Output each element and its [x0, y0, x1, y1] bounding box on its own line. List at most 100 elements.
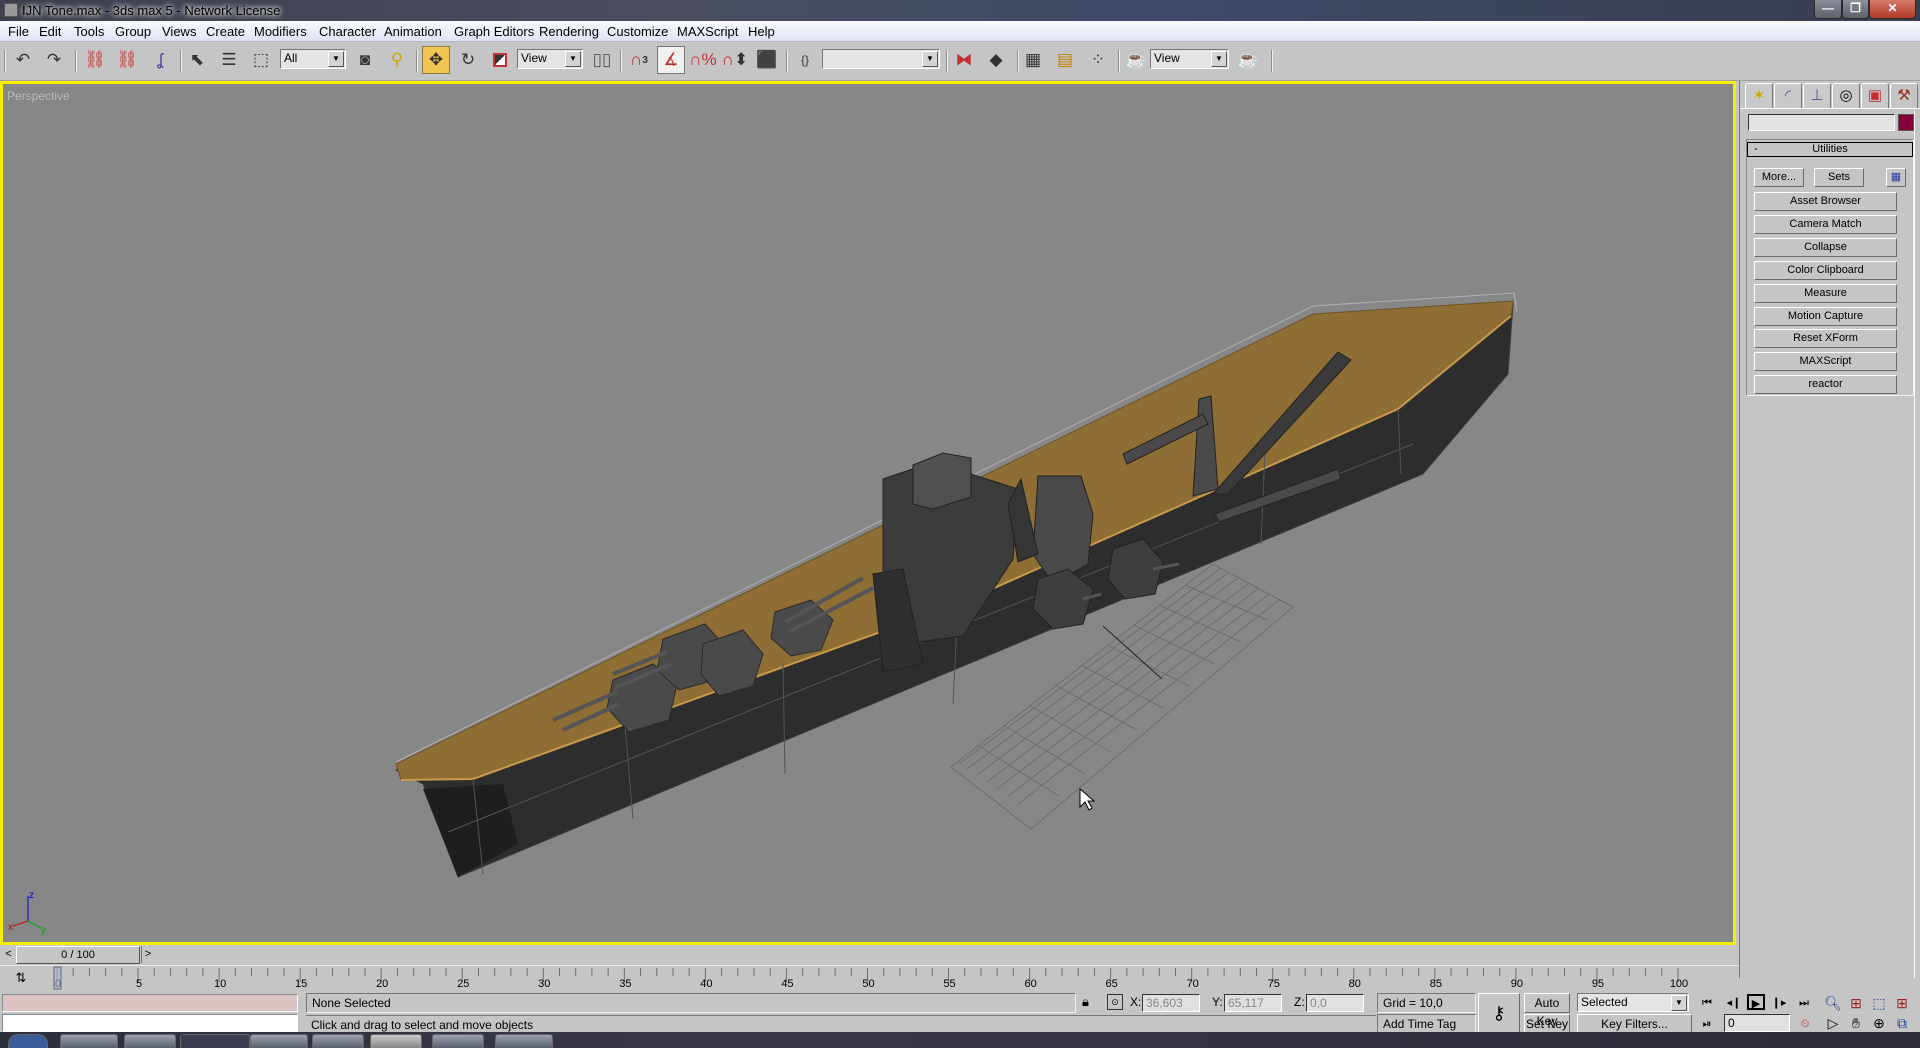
tab-create[interactable]: ✶ — [1745, 83, 1773, 108]
previous-frame-icon[interactable]: ◂❙ — [1725, 995, 1743, 1011]
reference-coordinate-dropdown[interactable]: View ▼ — [517, 49, 583, 69]
go-to-start-icon[interactable]: ⏮ — [1698, 995, 1716, 1011]
time-slider-thumb[interactable]: 0 / 100 — [16, 946, 140, 964]
start-button[interactable] — [8, 1034, 48, 1048]
window-crossing-icon[interactable]: ◙ — [352, 47, 378, 73]
taskbar-item[interactable] — [250, 1034, 308, 1048]
material-editor-icon[interactable]: ⁘ — [1085, 47, 1111, 73]
maxscript-input-mini[interactable] — [2, 1014, 298, 1032]
menu-customize[interactable]: Customize — [607, 24, 668, 39]
viewport-label[interactable]: Perspective — [7, 89, 70, 103]
angle-snap-toggle-icon[interactable]: ∡ — [657, 46, 685, 74]
perspective-viewport[interactable]: z x y Perspective — [0, 81, 1736, 945]
taskbar-item[interactable] — [124, 1034, 176, 1048]
zoom-extents-icon[interactable]: ⬚ — [1869, 994, 1889, 1012]
menu-views[interactable]: Views — [162, 24, 196, 39]
key-mode-toggle-icon[interactable]: ⏯ — [1698, 1016, 1716, 1032]
arc-rotate-icon[interactable]: ⊕ — [1869, 1014, 1889, 1032]
rectangular-selection-region-icon[interactable]: ⬚ — [248, 47, 274, 73]
menu-character[interactable]: Character — [319, 24, 376, 39]
select-object-icon[interactable]: ⬉ — [184, 47, 210, 73]
track-bar[interactable]: ⇅ 05101520253035404550556065707580859095… — [0, 965, 1739, 992]
motion-capture-button[interactable]: Motion Capture — [1754, 307, 1897, 326]
add-time-tag[interactable]: Add Time Tag — [1377, 1014, 1476, 1034]
menu-rendering[interactable]: Rendering — [539, 24, 599, 39]
pan-hand-icon[interactable]: ✋︎ — [1846, 1014, 1866, 1032]
taskbar-item[interactable] — [432, 1034, 484, 1048]
taskbar-item[interactable] — [60, 1034, 118, 1048]
reactor-button[interactable]: reactor — [1754, 375, 1897, 394]
camera-match-button[interactable]: Camera Match — [1754, 215, 1897, 234]
maxscript-button[interactable]: MAXScript — [1754, 352, 1897, 371]
taskbar-item[interactable] — [312, 1034, 364, 1048]
object-color-swatch[interactable] — [1898, 114, 1914, 131]
select-and-rotate-icon[interactable]: ↻ — [455, 47, 481, 73]
key-filters-button[interactable]: Key Filters... — [1577, 1014, 1692, 1034]
named-selection-sets-icon[interactable]: ⬛ — [754, 47, 780, 73]
tab-modify[interactable]: ◜ — [1774, 83, 1802, 108]
current-frame-marker[interactable] — [53, 966, 62, 990]
zoom-all-icon[interactable]: ⊞ — [1846, 994, 1866, 1012]
go-to-end-icon[interactable]: ⏭ — [1795, 995, 1813, 1011]
mirror-icon[interactable]: ⧓ — [951, 47, 977, 73]
play-animation-icon[interactable]: ▶ — [1747, 994, 1765, 1010]
snap-toggle-icon[interactable]: ∩ 3 — [626, 47, 652, 73]
set-key-icon[interactable]: ⚷ — [1478, 993, 1520, 1033]
rollout-collapse-toggle[interactable]: - — [1754, 143, 1758, 156]
tab-hierarchy[interactable]: ⊥ — [1803, 83, 1831, 108]
close-button[interactable]: ✕ — [1869, 0, 1916, 19]
z-coord-field[interactable]: 0,0 — [1306, 994, 1364, 1012]
next-frame-icon[interactable]: ❙▸ — [1770, 995, 1788, 1011]
time-configuration-icon[interactable]: ⏲ — [1796, 1016, 1814, 1032]
panel-scrollbar[interactable] — [1914, 111, 1915, 978]
asset-browser-button[interactable]: Asset Browser — [1754, 192, 1897, 211]
set-key-button[interactable]: Set Key — [1524, 1014, 1570, 1034]
reset-xform-button[interactable]: Reset XForm — [1754, 329, 1897, 348]
y-coord-field[interactable]: 65,117 — [1224, 994, 1282, 1012]
menu-maxscript[interactable]: MAXScript — [677, 24, 738, 39]
menu-modifiers[interactable]: Modifiers — [254, 24, 307, 39]
named-selection-dropdown[interactable]: ▼ — [822, 49, 940, 69]
toolbar-grip[interactable] — [4, 50, 6, 72]
menu-group[interactable]: Group — [115, 24, 151, 39]
current-frame-field[interactable]: 0 — [1724, 1014, 1790, 1032]
unlink-selection-icon[interactable]: ⛓ — [114, 47, 140, 73]
time-slider-prev-button[interactable]: < — [2, 946, 15, 963]
menu-help[interactable]: Help — [748, 24, 775, 39]
more-button[interactable]: More... — [1754, 168, 1804, 187]
maximize-button[interactable]: ❐ — [1842, 0, 1869, 19]
tab-motion[interactable]: ◎ — [1832, 83, 1860, 108]
pivot-center-icon[interactable]: ▯▯ — [589, 47, 615, 73]
edit-named-selections-icon[interactable]: {} — [792, 47, 818, 73]
measure-button[interactable]: Measure — [1754, 284, 1897, 303]
app-icon[interactable] — [4, 3, 18, 17]
undo-icon[interactable]: ↶ — [10, 47, 36, 73]
field-of-view-icon[interactable]: ▷ — [1823, 1014, 1843, 1032]
x-coord-field[interactable]: 36,603 — [1142, 994, 1200, 1012]
auto-key-button[interactable]: Auto Key — [1524, 993, 1570, 1028]
configure-button-sets-icon[interactable]: ▦ — [1886, 168, 1906, 187]
menu-tools[interactable]: Tools — [74, 24, 104, 39]
selection-filter-dropdown[interactable]: All ▼ — [280, 49, 346, 69]
absolute-mode-transform-icon[interactable]: ⊙ — [1107, 994, 1123, 1010]
percent-snap-icon[interactable]: ∩% — [689, 47, 716, 73]
select-and-move-icon[interactable]: ✥ — [422, 46, 450, 74]
select-by-name-icon[interactable]: ☰ — [216, 47, 242, 73]
tab-utilities[interactable]: ⚒ — [1890, 83, 1918, 108]
minimize-button[interactable]: — — [1814, 0, 1842, 19]
redo-icon[interactable]: ↷ — [41, 47, 67, 73]
schematic-view-icon[interactable]: ▤ — [1052, 47, 1078, 73]
menu-graph-editors[interactable]: Graph Editors — [454, 24, 534, 39]
track-view-icon[interactable]: ▦ — [1020, 47, 1046, 73]
min-max-toggle-icon[interactable]: ⧉ — [1892, 1014, 1912, 1032]
select-manipulate-icon[interactable]: ⚲ — [384, 47, 410, 73]
spinner-snap-icon[interactable]: ∩ ⬍ — [722, 47, 748, 73]
collapse-button[interactable]: Collapse — [1754, 238, 1897, 257]
utilities-rollout-header[interactable]: - Utilities — [1747, 142, 1913, 157]
object-name-field[interactable] — [1748, 114, 1895, 131]
select-and-scale-icon[interactable] — [487, 47, 513, 73]
key-mode-dropdown[interactable]: Selected ▼ — [1577, 993, 1689, 1012]
zoom-icon[interactable]: 🔍︎ — [1823, 994, 1843, 1012]
render-scene-icon[interactable]: ☕ — [1123, 47, 1149, 73]
color-clipboard-button[interactable]: Color Clipboard — [1754, 261, 1897, 280]
